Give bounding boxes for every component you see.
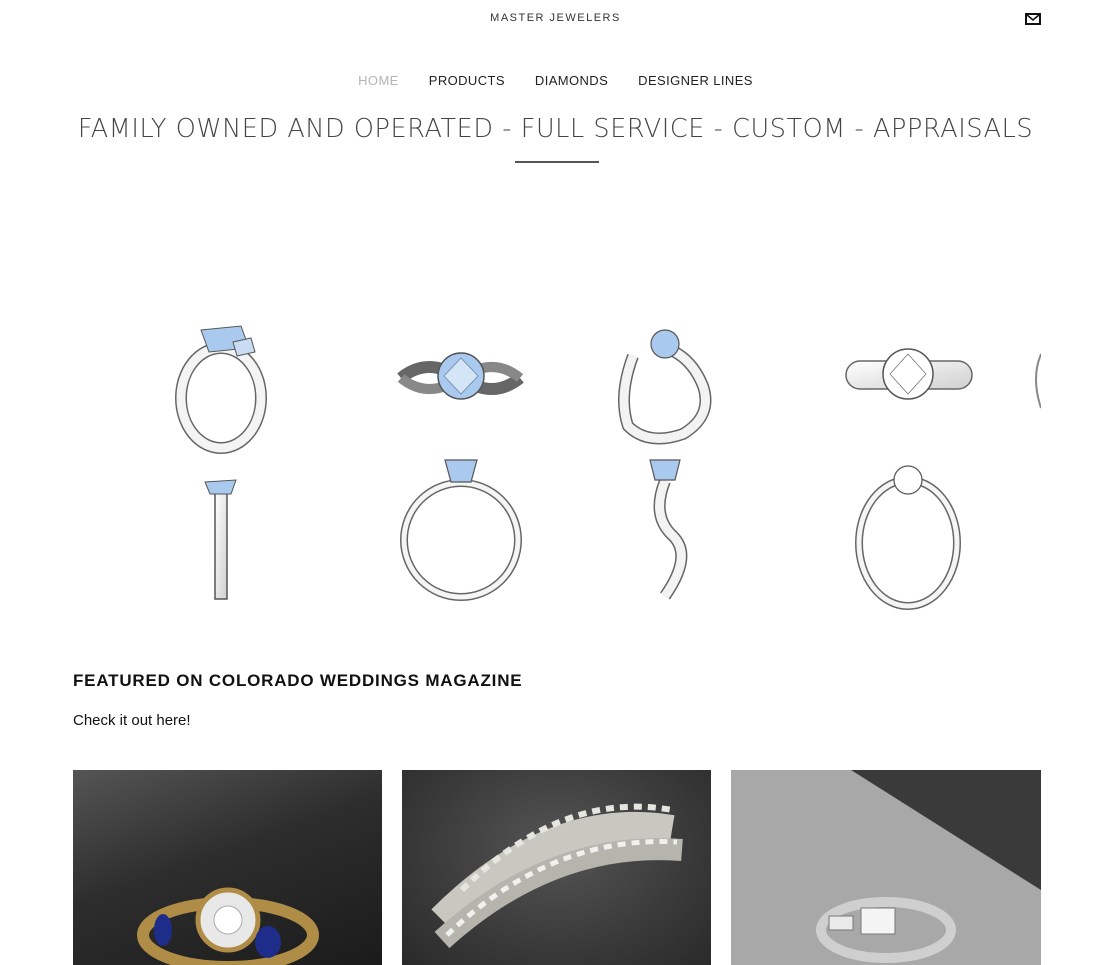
ring-render-2-top	[397, 352, 524, 400]
ring-render-3-angled	[618, 329, 712, 445]
check-it-out-link[interactable]: Check it out here!	[73, 712, 191, 729]
nav-home[interactable]: HOME	[358, 73, 399, 88]
ring-render-3-side	[649, 459, 688, 600]
featured-heading: FEATURED ON COLORADO WEDDINGS MAGAZINE	[73, 671, 523, 690]
main-nav: HOME PRODUCTS DIAMONDS DESIGNER LINES	[0, 73, 1111, 88]
ring-render-2-front	[400, 459, 522, 601]
ring-render-4-top	[845, 348, 973, 400]
ring-render-5-partial	[1035, 353, 1041, 409]
nav-designer-lines[interactable]: DESIGNER LINES	[638, 73, 753, 88]
ring-render-1-angled	[175, 325, 267, 454]
nav-products[interactable]: PRODUCTS	[429, 73, 505, 88]
title-divider	[515, 161, 599, 163]
photo-diamond-band-ring[interactable]	[402, 770, 711, 965]
ring-render-4-front	[855, 465, 961, 610]
page-title: FAMILY OWNED AND OPERATED - FULL SERVICE…	[77, 114, 1034, 144]
nav-diamonds[interactable]: DIAMONDS	[535, 73, 608, 88]
photo-gold-sapphire-ring[interactable]	[73, 770, 382, 965]
photo-princess-cut-ring[interactable]	[731, 770, 1041, 965]
ring-designs-gallery	[73, 316, 1041, 616]
brand-name[interactable]: MASTER JEWELERS	[0, 12, 1111, 24]
envelope-icon[interactable]	[1025, 12, 1041, 26]
ring-render-1-side	[204, 479, 237, 600]
